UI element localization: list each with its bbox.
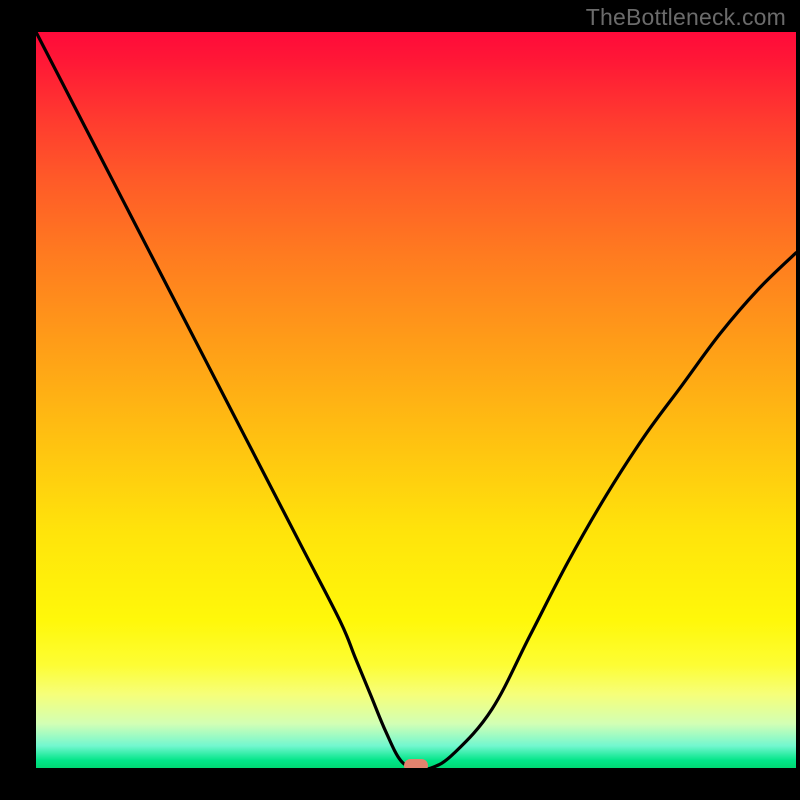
watermark-text: TheBottleneck.com: [586, 4, 786, 31]
bottleneck-curve: [36, 32, 796, 768]
chart-frame: TheBottleneck.com: [0, 0, 800, 800]
optimal-point-marker: [404, 759, 428, 768]
plot-area: [36, 32, 796, 768]
